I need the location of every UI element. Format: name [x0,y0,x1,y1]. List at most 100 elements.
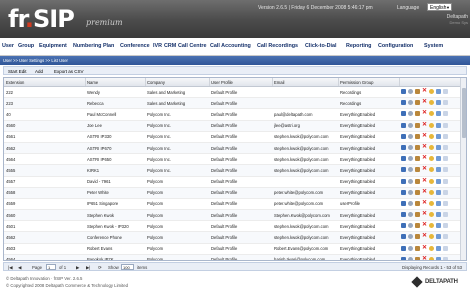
view-icon[interactable] [408,223,413,229]
edit-icon[interactable] [401,133,406,139]
copy-icon[interactable] [436,156,441,162]
next-page-icon[interactable]: ▶ [76,265,79,271]
edit-icon[interactable] [401,234,406,240]
note-icon[interactable] [443,167,448,173]
table-row[interactable]: 4562 ASTRI IP670 Polycom Inc. Default Profi… [4,142,462,155]
menu-conference[interactable]: Conference [120,43,150,49]
view-icon[interactable] [408,167,413,173]
col-user-profile[interactable]: User Profile [211,80,233,85]
delete-icon[interactable]: ✕ [422,245,427,251]
settings-icon[interactable] [415,212,420,218]
delete-icon[interactable]: ✕ [422,222,427,228]
table-row[interactable]: 4564 ASTRI IP650 Polycom Inc. Default Profi… [4,154,462,166]
table-row[interactable]: 223 Rebecca Sales and Marketing Default Pro… [4,98,462,110]
menu-ivr[interactable]: IVR [153,43,162,49]
edit-icon[interactable] [401,156,406,162]
table-row[interactable]: 4562 Conference Phone Polycom Default Profi… [4,232,462,244]
settings-icon[interactable] [415,122,420,128]
copy-icon[interactable] [436,167,441,173]
settings-icon[interactable] [415,189,420,195]
note-icon[interactable] [443,212,448,218]
table-row[interactable]: 4555 KIRK1 Polycom Inc. Default Profile step… [4,165,462,177]
key-icon[interactable] [429,223,434,229]
menu-call-recordings[interactable]: Call Recordings [257,43,298,49]
settings-icon[interactable] [415,256,420,260]
table-row[interactable]: 4560 Stephen Kwok Polycom Default Profile St… [4,210,462,222]
table-row[interactable]: 4564 Bangkok IP7K Polycom Default Profile ha… [4,254,462,260]
settings-icon[interactable] [415,234,420,240]
key-icon[interactable] [429,89,434,94]
note-icon[interactable] [443,156,448,162]
edit-icon[interactable] [401,89,406,94]
delete-icon[interactable]: ✕ [422,189,427,195]
key-icon[interactable] [429,122,434,128]
delete-icon[interactable]: ✕ [422,211,427,217]
table-row[interactable]: 4557 David - 7961 Polycom Default Profile Ev… [4,177,462,188]
delete-icon[interactable]: ✕ [422,233,427,239]
key-icon[interactable] [429,167,434,173]
delete-icon[interactable]: ✕ [422,133,427,139]
view-icon[interactable] [408,245,413,251]
view-icon[interactable] [408,178,413,184]
edit-icon[interactable] [401,189,406,195]
table-row[interactable]: 222 Wendy Sales and Marketing Default Profi… [4,87,462,99]
key-icon[interactable] [429,234,434,240]
view-icon[interactable] [408,234,413,240]
edit-icon[interactable] [401,122,406,128]
page-input[interactable]: 1 [46,264,56,270]
col-extension[interactable]: Extension [6,80,24,85]
copy-icon[interactable] [436,212,441,218]
copy-icon[interactable] [436,178,441,184]
settings-icon[interactable] [415,223,420,229]
copy-icon[interactable] [436,89,441,94]
key-icon[interactable] [429,178,434,184]
edit-icon[interactable] [401,111,406,117]
col-company[interactable]: Company [147,80,165,85]
view-icon[interactable] [408,189,413,195]
note-icon[interactable] [443,256,448,260]
key-icon[interactable] [429,144,434,150]
view-icon[interactable] [408,200,413,206]
settings-icon[interactable] [415,156,420,162]
page-size-select[interactable]: 100 [121,264,134,270]
table-row[interactable]: 4558 Peter White Polycom Default Profile pet… [4,187,462,199]
delete-icon[interactable]: ✕ [422,155,427,161]
col-name[interactable]: Name [87,80,98,85]
menu-numbering-plan[interactable]: Numbering Plan [73,43,114,49]
menu-user[interactable]: User [2,43,14,49]
delete-icon[interactable]: ✕ [422,178,427,184]
language-select[interactable]: English ▼ [427,3,452,11]
col-email[interactable]: Email [274,80,284,85]
key-icon[interactable] [429,100,434,106]
settings-icon[interactable] [415,178,420,184]
settings-icon[interactable] [415,144,420,150]
settings-icon[interactable] [415,111,420,117]
edit-icon[interactable] [401,178,406,184]
edit-icon[interactable] [401,223,406,229]
table-row[interactable]: 4503 Robert Evans Polycom Default Profile Ro… [4,244,462,255]
export-csv-button[interactable]: Export as CSV [54,69,84,74]
edit-icon[interactable] [401,167,406,173]
menu-group[interactable]: Group [18,43,34,49]
menu-reporting[interactable]: Reporting [346,43,371,49]
note-icon[interactable] [443,245,448,251]
edit-icon[interactable] [401,245,406,251]
view-icon[interactable] [408,256,413,260]
start-edit-button[interactable]: Start Edit [8,69,27,74]
menu-call-accounting[interactable]: Call Accounting [210,43,251,49]
note-icon[interactable] [443,223,448,229]
view-icon[interactable] [408,144,413,150]
menu-system[interactable]: System [424,43,443,49]
copy-icon[interactable] [436,200,441,206]
view-icon[interactable] [408,89,413,94]
view-icon[interactable] [408,100,413,106]
vertical-scrollbar[interactable] [460,78,466,260]
menu-crm[interactable]: CRM [164,43,176,49]
delete-icon[interactable]: ✕ [422,166,427,172]
view-icon[interactable] [408,133,413,139]
settings-icon[interactable] [415,133,420,139]
view-icon[interactable] [408,212,413,218]
edit-icon[interactable] [401,256,406,260]
settings-icon[interactable] [415,200,420,206]
copy-icon[interactable] [436,122,441,128]
